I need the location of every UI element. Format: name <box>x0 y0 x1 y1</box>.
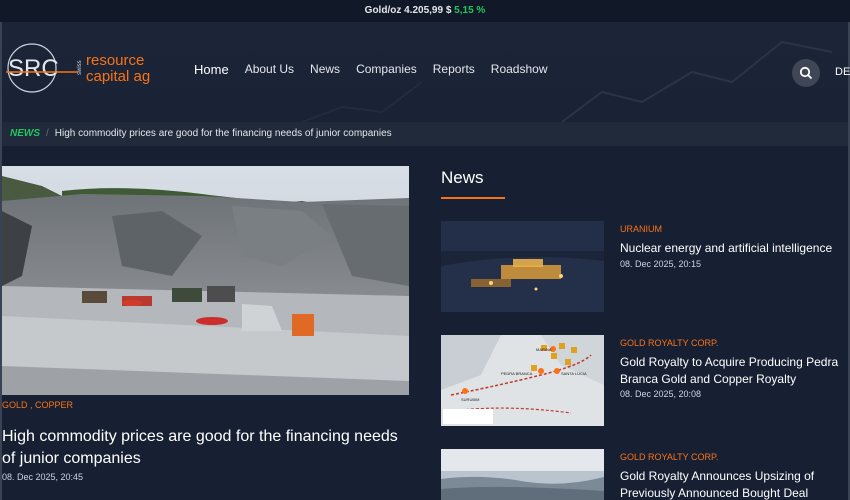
site-header: SRC swiss resource capital ag Home About… <box>2 22 850 122</box>
news-date: 08. Dec 2025, 20:08 <box>620 389 702 399</box>
breadcrumb: NEWS / High commodity prices are good for … <box>2 122 848 146</box>
news-item[interactable]: PEDRA BRANCA SANTA LUCIA MARINA SURUBIM … <box>441 335 848 426</box>
price-ticker: Gold/oz 4.205,99 $ 5,15 % <box>0 0 850 22</box>
logo-line1: resource <box>86 52 144 69</box>
search-icon <box>799 66 813 80</box>
nav-news[interactable]: News <box>310 62 340 77</box>
gold-change: 5,15 % <box>454 5 486 16</box>
hero-date: 08. Dec 2025, 20:45 <box>2 472 84 482</box>
news-category[interactable]: URANIUM <box>620 224 662 234</box>
news-item[interactable]: GOLD ROYALTY CORP. Gold Royalty Announce… <box>441 449 848 500</box>
nav-roadshow[interactable]: Roadshow <box>491 62 548 77</box>
news-thumbnail[interactable] <box>441 221 604 312</box>
breadcrumb-title: High commodity prices are good for the f… <box>54 128 392 139</box>
breadcrumb-section[interactable]: NEWS <box>10 128 40 139</box>
hero-categories[interactable]: GOLD , COPPER <box>2 400 73 410</box>
news-date: 08. Dec 2025, 20:15 <box>620 259 702 269</box>
map-label: SANTA LUCIA <box>561 371 587 376</box>
search-button[interactable] <box>792 59 820 87</box>
news-item[interactable]: URANIUM Nuclear energy and artificial in… <box>441 221 848 312</box>
news-heading-underline <box>441 197 505 199</box>
news-heading: News <box>441 168 484 187</box>
language-switch[interactable]: DE <box>835 66 850 78</box>
news-category[interactable]: GOLD ROYALTY CORP. <box>620 338 718 348</box>
logo-mark: SRC <box>8 55 59 82</box>
nav-home[interactable]: Home <box>194 62 229 77</box>
news-thumbnail[interactable] <box>441 449 604 500</box>
news-title[interactable]: Gold Royalty Announces Upsizing of Previ… <box>620 468 850 500</box>
nav-about-us[interactable]: About Us <box>245 62 294 77</box>
map-label: PEDRA BRANCA <box>501 371 533 376</box>
breadcrumb-separator: / <box>46 128 49 139</box>
hero-title[interactable]: High commodity prices are good for the f… <box>2 426 412 470</box>
news-thumbnail[interactable]: PEDRA BRANCA SANTA LUCIA MARINA SURUBIM <box>441 335 604 426</box>
logo-vertical: swiss <box>77 60 83 75</box>
map-label: MARINA <box>536 347 552 352</box>
map-label: SURUBIM <box>461 397 479 402</box>
logo-line2: capital ag <box>86 68 150 85</box>
gold-price: Gold/oz 4.205,99 $ <box>364 5 452 16</box>
main-nav: Home About Us News Companies Reports Roa… <box>194 62 564 77</box>
hero-image[interactable] <box>2 166 409 395</box>
news-title[interactable]: Nuclear energy and artificial intelligen… <box>620 240 850 257</box>
news-title[interactable]: Gold Royalty to Acquire Producing Pedra … <box>620 354 850 388</box>
news-category[interactable]: GOLD ROYALTY CORP. <box>620 452 718 462</box>
nav-companies[interactable]: Companies <box>356 62 417 77</box>
site-logo[interactable]: SRC swiss resource capital ag <box>6 42 166 94</box>
nav-reports[interactable]: Reports <box>433 62 475 77</box>
